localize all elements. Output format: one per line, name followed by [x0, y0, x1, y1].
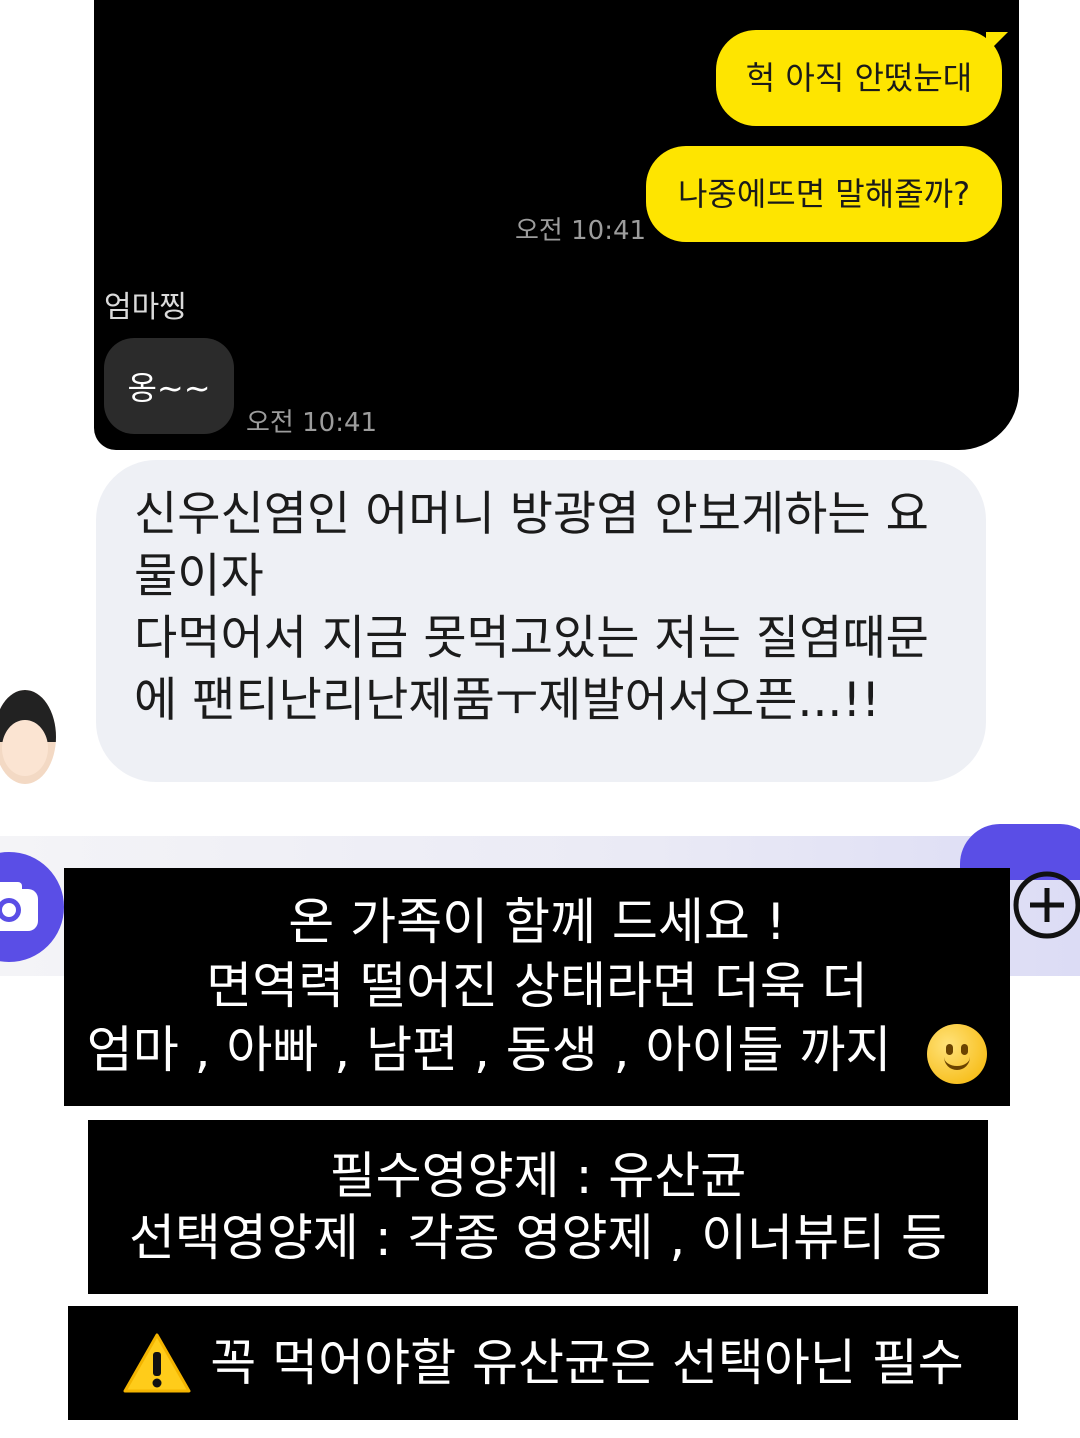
their-message-bubble: 옹~~	[104, 338, 234, 434]
my-message-text: 나중에뜨면 말해줄까?	[677, 175, 971, 213]
caption-line-text: 엄마 , 아빠 , 남편 , 동생 , 아이들 까지	[86, 1021, 892, 1080]
comment-text: 신우신염인 어머니 방광염 안보게하는 요 물이자 다먹어서 지금 못먹고있는 …	[134, 487, 929, 728]
warning-icon	[122, 1332, 192, 1394]
smiley-emoji-icon	[927, 1023, 988, 1084]
their-message-text: 옹~~	[127, 369, 211, 407]
my-message-text: 헉 아직 안떴눈대	[745, 59, 973, 97]
caption-line: 엄마 , 아빠 , 남편 , 동생 , 아이들 까지	[87, 1018, 988, 1084]
caption-line: 온 가족이 함께 드세요 !	[288, 893, 786, 952]
caption-line: 필수영양제 : 유산균	[329, 1147, 747, 1205]
plus-circle-icon	[1013, 871, 1080, 939]
avatar[interactable]	[0, 690, 56, 784]
add-button[interactable]	[1012, 870, 1080, 940]
my-message-bubble: 나중에뜨면 말해줄까?	[646, 146, 1002, 242]
caption-box-supplements: 필수영양제 : 유산균 선택영양제 : 각종 영양제 , 이너뷰티 등	[88, 1120, 988, 1294]
my-message-bubble: 헉 아직 안떴눈대	[716, 30, 1008, 126]
caption-box-warning: 꼭 먹어야할 유산균은 선택아닌 필수	[68, 1306, 1018, 1420]
camera-icon	[0, 882, 38, 931]
sender-name: 엄마찡	[104, 290, 187, 325]
message-time: 오전 10:41	[246, 408, 378, 438]
caption-line: 선택영양제 : 각종 영양제 , 이너뷰티 등	[128, 1209, 948, 1267]
message-time: 오전 10:41	[515, 216, 647, 246]
caption-box-family: 온 가족이 함께 드세요 ! 면역력 떨어진 상태라면 더욱 더 엄마 , 아빠…	[64, 868, 1010, 1106]
caption-line: 꼭 먹어야할 유산균은 선택아닌 필수	[210, 1334, 964, 1392]
caption-line: 면역력 떨어진 상태라면 더욱 더	[206, 957, 868, 1016]
